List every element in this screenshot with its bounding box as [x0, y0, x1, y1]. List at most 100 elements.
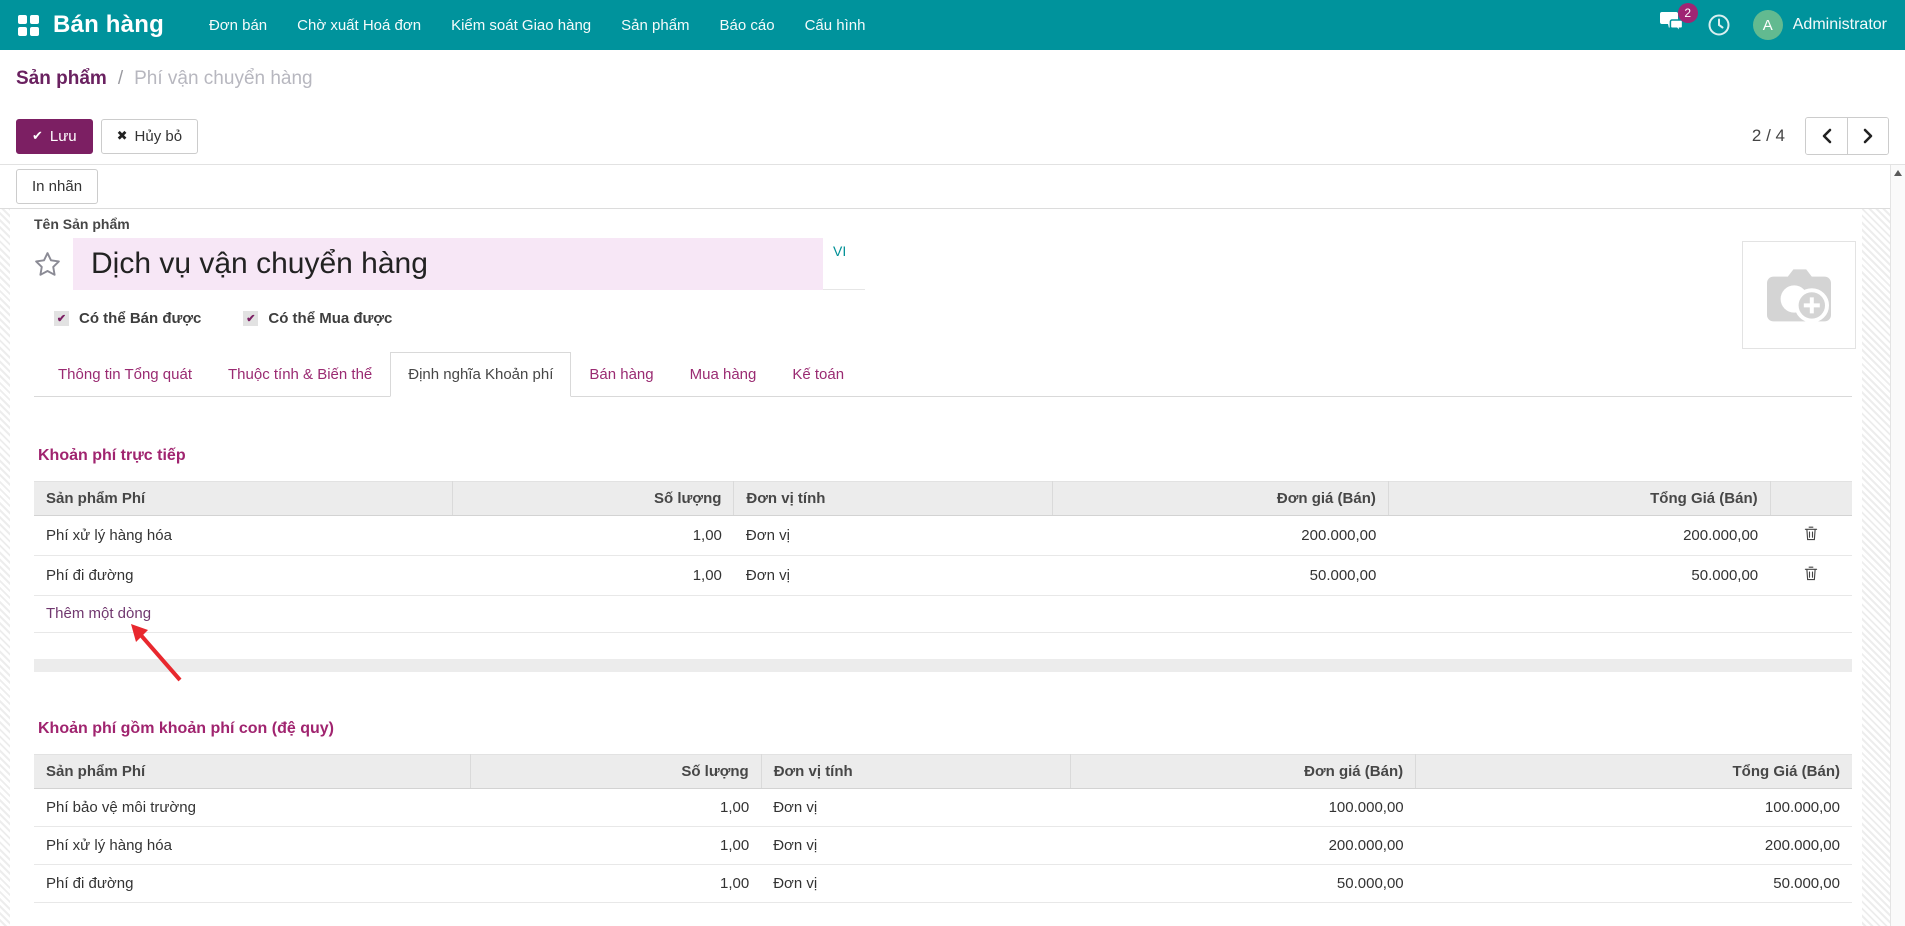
column-header[interactable]: Sản phẩm Phí	[34, 481, 453, 516]
table-cell[interactable]: Đơn vị	[761, 826, 1071, 865]
action-row: In nhãn	[0, 165, 1905, 208]
table-cell[interactable]: 200.000,00	[1052, 515, 1389, 556]
breadcrumb: Sản phẩm / Phí vận chuyển hàng	[0, 50, 1905, 108]
fee-section: Khoản phí gồm khoản phí con (đệ quy) Sản …	[34, 720, 1852, 903]
product-name-input[interactable]: Dịch vụ vận chuyển hàng	[73, 238, 823, 290]
table-header-row: Sản phẩm Phí Số lượng Đơn vị tính Đơn giá (…	[34, 754, 1852, 789]
avatar: A	[1752, 10, 1783, 40]
table-cell[interactable]: Đơn vị	[761, 864, 1071, 903]
table-cell[interactable]: 1,00	[470, 864, 762, 903]
top-navbar: Bán hàng Đơn bán Chờ xuất Hoá đơn Kiểm soá…	[0, 0, 1905, 50]
tab[interactable]: Bán hàng	[571, 352, 671, 397]
nav-menu-item[interactable]: Kiểm soát Giao hàng	[436, 8, 606, 43]
delete-row-button[interactable]	[1770, 555, 1852, 596]
app-title[interactable]: Bán hàng	[53, 11, 164, 39]
nav-menu-item[interactable]: Báo cáo	[705, 8, 790, 43]
user-menu[interactable]: A Administrator	[1752, 10, 1887, 40]
checkbox-item[interactable]: ✔ Có thể Bán được	[54, 310, 201, 327]
translation-language-badge[interactable]: VI	[823, 238, 865, 290]
column-header[interactable]: Đơn vị tính	[761, 754, 1071, 789]
print-label-button[interactable]: In nhãn	[16, 169, 99, 204]
column-header[interactable]: Tổng Giá (Bán)	[1415, 754, 1852, 789]
table-cell[interactable]: 1,00	[452, 515, 734, 556]
notebook-tabs: Thông tin Tổng quát Thuộc tính & Biến thể…	[34, 351, 1852, 397]
column-header[interactable]: Sản phẩm Phí	[34, 754, 471, 789]
sheet-background: Tên Sản phẩm Dịch vụ vận chuyển hàng VI …	[0, 208, 1905, 926]
table-cell[interactable]: 200.000,00	[1415, 826, 1852, 865]
red-arrow-annotation	[131, 624, 182, 682]
table-cell[interactable]: Phí xử lý hàng hóa	[34, 826, 471, 865]
table-cell[interactable]: 50.000,00	[1388, 555, 1771, 596]
table-row[interactable]: Phí đi đường 1,00 Đơn vị 50.000,00 50.000,00	[34, 555, 1852, 596]
table-cell[interactable]: 200.000,00	[1070, 826, 1416, 865]
pager-count: 2 / 4	[1751, 126, 1785, 145]
table-cell[interactable]: Phí đi đường	[34, 555, 453, 596]
column-header[interactable]: Số lượng	[452, 481, 735, 516]
table-cell[interactable]: 100.000,00	[1070, 788, 1416, 827]
table-cell[interactable]: 200.000,00	[1388, 515, 1771, 556]
tab[interactable]: Kế toán	[774, 352, 862, 397]
table-cell[interactable]: Phí đi đường	[34, 864, 471, 903]
column-header[interactable]: Đơn giá (Bán)	[1070, 754, 1417, 789]
tab[interactable]: Mua hàng	[672, 352, 775, 397]
x-icon: ✖	[116, 128, 128, 143]
table-cell[interactable]: Phí xử lý hàng hóa	[34, 515, 453, 556]
favorite-star-icon[interactable]	[34, 238, 73, 290]
scrollbar-up-arrow-icon[interactable]	[1894, 170, 1902, 176]
chat-icon[interactable]: 2	[1659, 3, 1698, 38]
table-cell[interactable]: 1,00	[470, 826, 762, 865]
column-header[interactable]: Đơn giá (Bán)	[1052, 481, 1389, 516]
tab[interactable]: Thuộc tính & Biến thể	[210, 352, 390, 397]
user-name: Administrator	[1792, 16, 1887, 33]
nav-menu-item[interactable]: Sản phẩm	[606, 8, 704, 43]
table-cell[interactable]: Đơn vị	[761, 788, 1071, 827]
checkbox-check-icon: ✔	[243, 311, 259, 326]
breadcrumb-current: Phí vận chuyển hàng	[134, 68, 313, 89]
vertical-scrollbar[interactable]	[1890, 165, 1905, 926]
table-cell[interactable]: Đơn vị	[733, 555, 1053, 596]
nav-menu-item[interactable]: Cấu hình	[790, 8, 881, 43]
product-name-row: Dịch vụ vận chuyển hàng VI	[34, 238, 1852, 290]
discard-button[interactable]: ✖ Hủy bỏ	[100, 118, 199, 154]
add-line-link[interactable]: Thêm một dòng	[46, 605, 151, 622]
table-cell[interactable]: 50.000,00	[1415, 864, 1852, 903]
breadcrumb-parent-link[interactable]: Sản phẩm	[16, 68, 107, 90]
save-button[interactable]: ✔ Lưu	[16, 118, 93, 154]
column-header[interactable]: Số lượng	[470, 754, 762, 789]
column-header[interactable]: Tổng Giá (Bán)	[1388, 481, 1771, 516]
table-row[interactable]: Phí bảo vệ môi trường 1,00 Đơn vị 100.000,0…	[34, 788, 1852, 827]
table-cell[interactable]: 1,00	[452, 555, 734, 596]
empty-new-row-band	[34, 659, 1852, 672]
table-cell[interactable]: Đơn vị	[733, 515, 1053, 556]
product-image-placeholder[interactable]	[1742, 241, 1856, 349]
table-row[interactable]: Phí xử lý hàng hóa 1,00 Đơn vị 200.000,00 20…	[34, 515, 1852, 556]
record-pager: 2 / 4	[1752, 117, 1889, 155]
pager-next-button[interactable]	[1847, 118, 1888, 154]
nav-menu-item[interactable]: Đơn bán	[194, 8, 282, 43]
main-menu: Đơn bán Chờ xuất Hoá đơn Kiểm soát Giao hà…	[194, 8, 881, 43]
tab[interactable]: Định nghĩa Khoản phí	[390, 352, 572, 397]
camera-add-photo-icon	[1767, 269, 1831, 323]
delete-trash-icon	[1804, 526, 1818, 541]
delete-column-header	[1770, 481, 1852, 516]
apps-grid-icon[interactable]	[18, 14, 39, 36]
checkbox-label: Có thể Mua được	[268, 310, 393, 327]
table-cell[interactable]: 1,00	[470, 788, 762, 827]
tab[interactable]: Thông tin Tổng quát	[40, 352, 210, 397]
table-cell[interactable]: Phí bảo vệ môi trường	[34, 788, 471, 827]
table-cell[interactable]: 50.000,00	[1052, 555, 1389, 596]
table-cell[interactable]: 100.000,00	[1415, 788, 1852, 827]
pager-previous-button[interactable]	[1806, 118, 1847, 154]
table-row[interactable]: Phí xử lý hàng hóa 1,00 Đơn vị 200.000,00 20…	[34, 826, 1852, 865]
chevron-left-icon	[1822, 128, 1831, 144]
breadcrumb-separator: /	[117, 68, 124, 89]
add-line-row: Thêm một dòng	[34, 596, 1852, 682]
form-toolbar: ✔ Lưu ✖ Hủy bỏ 2 / 4	[0, 108, 1905, 165]
delete-row-button[interactable]	[1770, 515, 1852, 556]
table-cell[interactable]: 50.000,00	[1070, 864, 1416, 903]
activities-clock-icon[interactable]	[1707, 13, 1731, 37]
nav-menu-item[interactable]: Chờ xuất Hoá đơn	[282, 8, 436, 43]
column-header[interactable]: Đơn vị tính	[733, 481, 1053, 516]
table-row[interactable]: Phí đi đường 1,00 Đơn vị 50.000,00 50.000,00	[34, 864, 1852, 903]
checkbox-item[interactable]: ✔ Có thể Mua được	[243, 310, 392, 327]
